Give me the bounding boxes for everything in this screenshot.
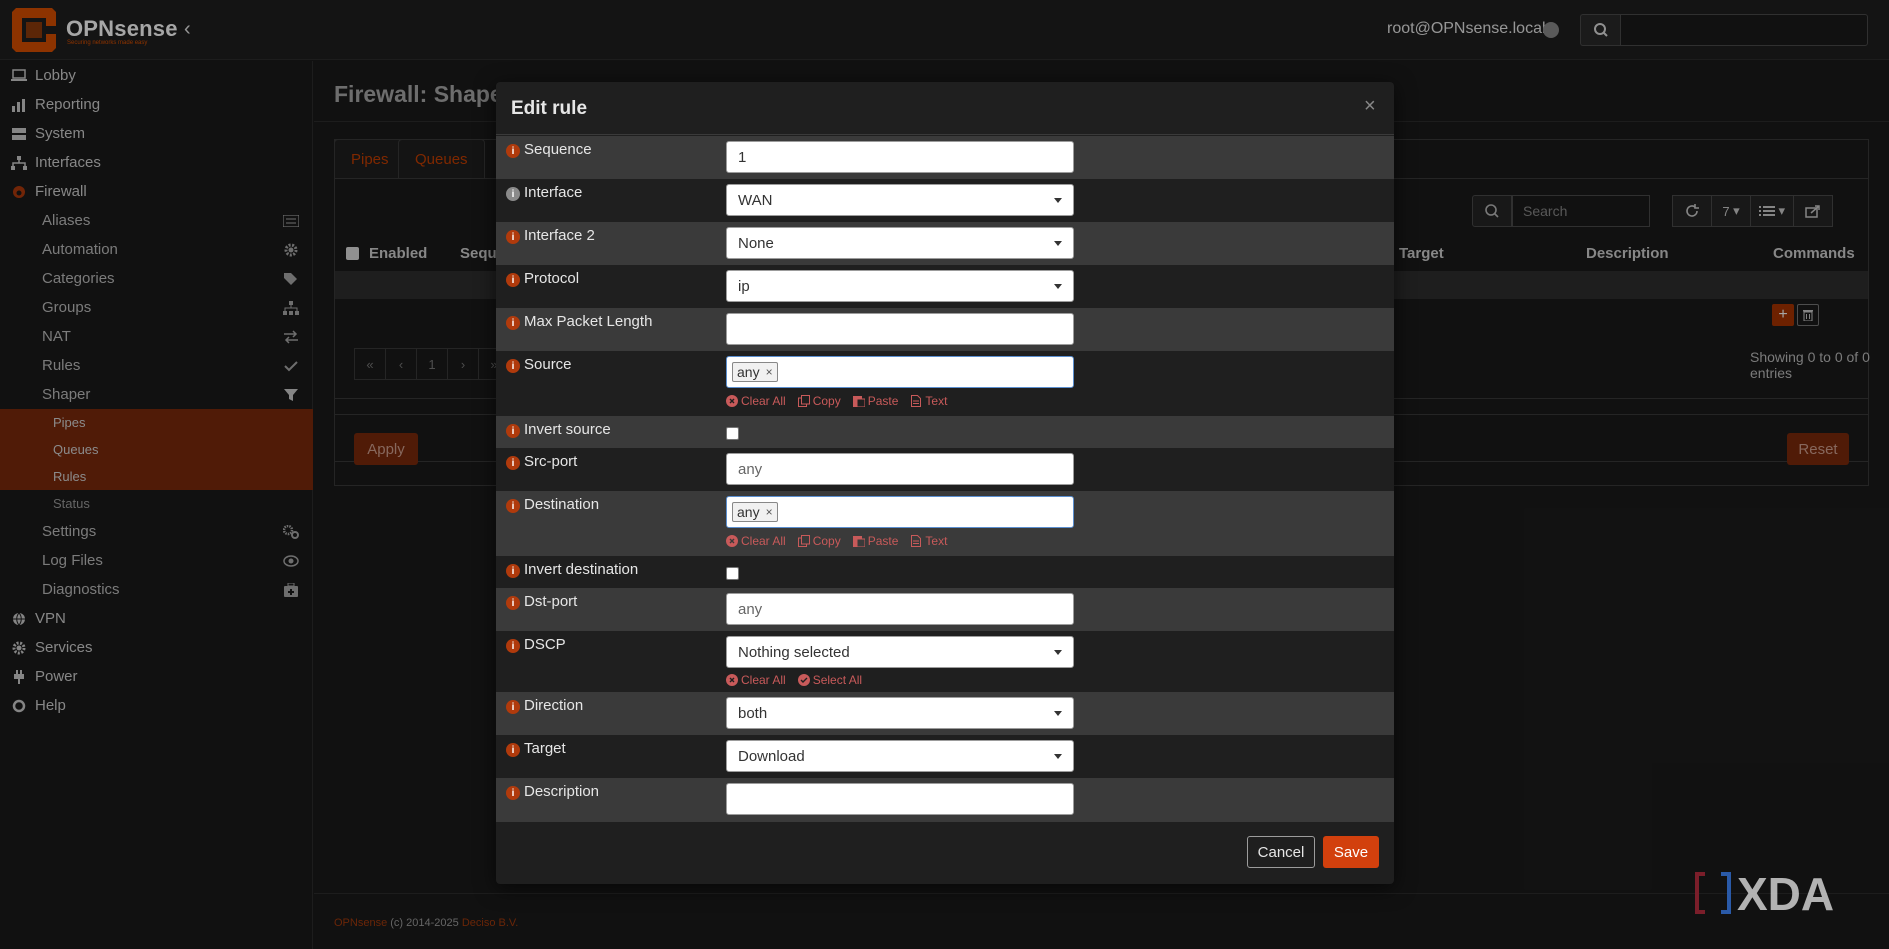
caret-down-icon [1054,711,1062,716]
file-text-icon [910,535,922,547]
row-interface: i Interface WAN [496,179,1394,222]
copy-icon [797,395,810,407]
times-circle-icon [726,674,738,686]
row-destination: i Destination any × Clear All Copy Paste … [496,491,1394,556]
info-icon[interactable]: i [506,596,520,610]
info-icon[interactable]: i [506,359,520,373]
info-icon[interactable]: i [506,564,520,578]
destination-copy[interactable]: Copy [797,534,841,548]
caret-down-icon [1054,650,1062,655]
target-select[interactable]: Download [726,740,1074,772]
row-direction: i Direction both [496,692,1394,735]
info-icon[interactable]: i [506,144,520,158]
invert-source-checkbox[interactable] [726,427,739,440]
destination-text[interactable]: Text [910,534,947,548]
info-icon[interactable]: i [506,456,520,470]
info-icon[interactable]: i [506,639,520,653]
info-icon[interactable]: i [506,499,520,513]
direction-select[interactable]: both [726,697,1074,729]
source-clear-all[interactable]: Clear All [726,394,786,408]
info-icon[interactable]: i [506,700,520,714]
times-circle-icon [726,535,738,547]
info-icon[interactable]: i [506,316,520,330]
row-src-port: i Src-port any [496,448,1394,491]
caret-down-icon [1054,198,1062,203]
destination-tools: Clear All Copy Paste Text [726,534,947,548]
row-invert-destination: i Invert destination [496,556,1394,588]
row-sequence: i Sequence 1 [496,136,1394,179]
caret-down-icon [1054,284,1062,289]
remove-tag-icon[interactable]: × [766,505,773,519]
watermark-text: XDA [1737,868,1834,918]
check-circle-icon [797,674,810,686]
save-button[interactable]: Save [1323,836,1379,868]
divider [496,134,1394,135]
sequence-input[interactable]: 1 [726,141,1074,173]
destination-tag: any × [732,502,778,522]
info-icon[interactable]: i [506,230,520,244]
row-dscp: i DSCP Nothing selected Clear All Select… [496,631,1394,692]
dscp-clear-all[interactable]: Clear All [726,673,786,687]
description-input[interactable] [726,783,1074,815]
info-icon[interactable]: i [506,743,520,757]
dialog-title: Edit rule [511,98,588,119]
invert-destination-checkbox[interactable] [726,567,739,580]
caret-down-icon [1054,754,1062,759]
cancel-button[interactable]: Cancel [1247,836,1315,868]
row-source: i Source any × Clear All Copy Paste Text [496,351,1394,416]
source-tools: Clear All Copy Paste Text [726,394,947,408]
row-max-packet-length: i Max Packet Length [496,308,1394,351]
interface-select[interactable]: WAN [726,184,1074,216]
remove-tag-icon[interactable]: × [766,365,773,379]
dscp-select-all[interactable]: Select All [797,673,862,687]
protocol-select[interactable]: ip [726,270,1074,302]
xda-watermark-logo: XDA [1695,868,1834,918]
row-dst-port: i Dst-port any [496,588,1394,631]
source-copy[interactable]: Copy [797,394,841,408]
dscp-tools: Clear All Select All [726,673,862,687]
max-packet-length-input[interactable] [726,313,1074,345]
times-circle-icon [726,395,738,407]
info-icon[interactable]: i [506,187,520,201]
row-interface2: i Interface 2 None [496,222,1394,265]
paste-icon [852,395,865,407]
row-description: i Description [496,778,1394,821]
source-tag: any × [732,362,778,382]
edit-rule-dialog: Edit rule × i Sequence 1 i Interface WAN… [496,82,1394,884]
row-target: i Target Download [496,735,1394,778]
destination-paste[interactable]: Paste [852,534,898,548]
file-text-icon [910,395,922,407]
interface2-select[interactable]: None [726,227,1074,259]
divider [496,821,1394,822]
copy-icon [797,535,810,547]
row-invert-source: i Invert source [496,416,1394,448]
dst-port-input[interactable]: any [726,593,1074,625]
destination-tokenfield[interactable]: any × [726,496,1074,528]
dscp-select[interactable]: Nothing selected [726,636,1074,668]
src-port-input[interactable]: any [726,453,1074,485]
source-tokenfield[interactable]: any × [726,356,1074,388]
info-icon[interactable]: i [506,424,520,438]
row-protocol: i Protocol ip [496,265,1394,308]
source-text[interactable]: Text [910,394,947,408]
caret-down-icon [1054,241,1062,246]
close-icon[interactable]: × [1364,95,1376,118]
destination-clear-all[interactable]: Clear All [726,534,786,548]
info-icon[interactable]: i [506,786,520,800]
paste-icon [852,535,865,547]
info-icon[interactable]: i [506,273,520,287]
source-paste[interactable]: Paste [852,394,898,408]
